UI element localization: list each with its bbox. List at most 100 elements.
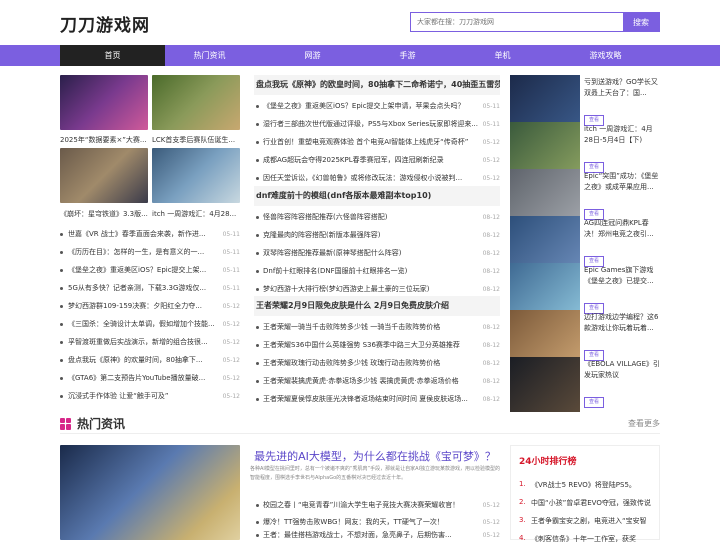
featured-caption-1[interactable]: 2025年“数据要素×”大赛... <box>60 135 148 145</box>
list-item[interactable]: 5G从有多快？记者亲测，下载3.3G游戏仅... 05-11 <box>60 279 240 297</box>
mid-section-heading[interactable]: 王者荣耀2月9日限免皮肤是什么 2月9日免费皮肤介绍 <box>254 296 500 316</box>
hot-list-item[interactable]: 校园之春丨“电竞青春”川渝大学生电子竞技大赛决赛荣耀收官！ 05-12 <box>254 496 500 514</box>
rank-item[interactable]: 2. 中国“小孩”曾卓君EVO夺冠，强致传说 <box>519 498 659 508</box>
list-item-date: 05-11 <box>222 230 240 238</box>
rank-item[interactable]: 4. 《刺客信条》十年一工作室，获奖 <box>519 534 659 544</box>
list-item[interactable]: 《三国杀：全骑设计太单调，假如增加个技能... 05-12 <box>60 315 240 333</box>
mid-item-title: 王者荣耀一骑当千击败阵势多少钱 一骑当千击败阵势价格 <box>263 323 441 331</box>
search-input[interactable] <box>411 13 623 31</box>
hot-list-item[interactable]: 王者：最佳搭档游戏战士，不想对面，急亮鼻子，后期伤害... 05-12 <box>254 530 500 540</box>
bullet <box>256 343 259 347</box>
bullet <box>256 251 259 255</box>
list-item-date: 05-12 <box>222 356 240 364</box>
list-item[interactable]: 《GTA6》第二支预告片YouTube播放量破... 05-12 <box>60 369 240 387</box>
rank-number: 3. <box>519 516 526 524</box>
mid-item-date: 08-12 <box>482 249 500 257</box>
list-item[interactable]: 盘点我玩《原神》的欢量时间，80抽拿下... 05-12 <box>60 351 240 369</box>
mid-list-item[interactable]: 双琴阵容搭配推荐最新(原神琴搭配什么阵容) 08-12 <box>254 244 500 262</box>
section-divider <box>60 433 660 434</box>
nav-single-games[interactable]: 单机 <box>450 45 555 66</box>
rank-item[interactable]: 1. 《VR战士5 REVO》将登陆PS5。 <box>519 480 659 490</box>
featured-caption-2[interactable]: LCK首支季后赛队伍诞生... <box>152 135 240 145</box>
hot-list-item[interactable]: 爆冷！TT强势击败WBG！网友：我的天，TT硬气了一次！ 05-12 <box>254 513 500 531</box>
nav-home[interactable]: 首页 <box>60 45 165 66</box>
side-news-title: 边打游戏边学编程？这6款游戏让你玩着玩着... <box>584 313 659 332</box>
featured-image-4[interactable] <box>152 148 240 203</box>
list-item-date: 05-11 <box>222 284 240 292</box>
side-news-image[interactable] <box>510 357 580 412</box>
rank-title: 《VR战士5 REVO》将登陆PS5。 <box>531 481 636 489</box>
view-button[interactable]: 查看 <box>584 397 604 408</box>
featured-image-1[interactable] <box>60 75 148 130</box>
mid-section-heading[interactable]: dnf难度前十的模组(dnf各版本最难副本top10) <box>254 186 500 206</box>
list-item[interactable]: 《堡垒之夜》重返美区iOS？Epic提交上架... 05-11 <box>60 261 240 279</box>
mid-item-title: 王者荣耀裴擒虎黄虎·赤拳返场多少钱 裴擒虎黄虎·赤拳返场价格 <box>263 377 459 385</box>
mid-section-heading[interactable]: 盘点我玩《原神》的欧皇时间，80抽拿下二命希诺宁，40抽歪五雷莎 <box>254 75 500 95</box>
mid-item-title: 因任天堂诉讼，《幻兽帕鲁》或将修改玩法：游戏侵权小说被判... <box>263 174 463 182</box>
bullet <box>256 104 259 108</box>
list-item-date: 05-12 <box>222 374 240 382</box>
mid-list-item[interactable]: 成都AG超玩会夺得2025KPL春季赛冠军，四连冠刷新纪录 05-12 <box>254 151 500 169</box>
search-button[interactable]: 搜索 <box>623 13 659 31</box>
list-item-title: 盘点我玩《原神》的欢量时间，80抽拿下... <box>68 356 203 364</box>
mid-item-date: 05-11 <box>482 102 500 110</box>
nav-mobile-games[interactable]: 手游 <box>355 45 460 66</box>
featured-image-2[interactable] <box>152 75 240 130</box>
list-item-title: 沉浸式手作体验 让爱“触手可及” <box>68 392 169 400</box>
mid-list-item[interactable]: 行业首创！重塑电竞观赛体验 首个电竞AI智能体上线虎牙“传奇杯” 05-12 <box>254 133 500 151</box>
site-header: 刀刀游戏网 搜索 <box>0 0 720 45</box>
nav-hot-news[interactable]: 热门资讯 <box>157 45 262 66</box>
hot-item-date: 05-12 <box>482 518 500 526</box>
nav-guides[interactable]: 游戏攻略 <box>553 45 658 66</box>
rank-title: 王者争霸宝安之剧，电竞进入“宝安智 <box>531 517 647 525</box>
side-news-item[interactable]: 《EBOLA VILLAGE》引发玩家热议 查看 <box>510 357 660 417</box>
rank-item[interactable]: 3. 王者争霸宝安之剧，电竞进入“宝安智 <box>519 516 659 526</box>
featured-caption-3[interactable]: 《崩坏：星穹铁道》3.3版... <box>60 209 148 219</box>
mid-list-item[interactable]: 克隆最肉的阵容搭配(新版本最强阵容) 08-12 <box>254 226 500 244</box>
mid-list-item[interactable]: 王者荣耀S36中国什么英雄强势 S36赛季中路三大卫分英雄推荐 08-12 <box>254 336 500 354</box>
list-item[interactable]: 孚智渡斑重做后实战演示，新增的组合技很... 05-12 <box>60 333 240 351</box>
list-item[interactable]: 世嘉《VR 战士》春季直面会来袭，新作进... 05-11 <box>60 225 240 243</box>
list-item-date: 05-11 <box>222 248 240 256</box>
mid-list-item[interactable]: 《堡垒之夜》重返美区iOS？Epic提交上架申请，苹果会点头吗？ 05-11 <box>254 97 500 115</box>
mid-list-item[interactable]: 王者荣耀夏侯惇皮肤匪光决锋者返场结束时间时间 夏侯皮肤返场... 08-12 <box>254 390 500 408</box>
hot-news-image[interactable] <box>60 445 240 540</box>
main-nav: 首页 热门资讯 网游 手游 单机 游戏攻略 <box>0 45 720 66</box>
hot-headline[interactable]: 最先进的AI大模型，为什么都在挑战《宝可梦》？ <box>250 448 500 464</box>
featured-image-3[interactable] <box>60 148 148 203</box>
featured-caption-4[interactable]: itch 一周游戏汇：4月28... <box>152 209 240 219</box>
mid-item-date: 05-12 <box>482 138 500 146</box>
mid-item-date: 08-12 <box>482 267 500 275</box>
side-news-title: Epic Games旗下游戏《堡垒之夜》已提交... <box>584 266 654 285</box>
bullet <box>256 520 259 524</box>
bullet <box>256 215 259 219</box>
mid-item-date: 05-12 <box>482 174 500 182</box>
mid-list-item[interactable]: 因任天堂诉讼，《幻兽帕鲁》或将修改玩法：游戏侵权小说被判... 05-12 <box>254 169 500 187</box>
list-item-date: 05-12 <box>222 392 240 400</box>
bullet <box>60 286 63 290</box>
mid-list-item[interactable]: 王者荣耀一骑当千击败阵势多少钱 一骑当千击败阵势价格 08-12 <box>254 318 500 336</box>
mid-item-date: 08-12 <box>482 231 500 239</box>
see-more-link[interactable]: 查看更多 <box>628 418 660 429</box>
mid-list-item[interactable]: Dnf前十红眼排名(DNF国服前十红眼排名一览) 08-12 <box>254 262 500 280</box>
list-item[interactable]: 《历历在目》：怎样的一生，是有意义的一... 05-11 <box>60 243 240 261</box>
mid-list-item[interactable]: 王者荣耀玫瑰行动击败阵势多少钱 玫瑰行动击败阵势价格 08-12 <box>254 354 500 372</box>
mid-list-item[interactable]: 怪兽阵容阵容搭配推荐(六怪兽阵容搭配) 08-12 <box>254 208 500 226</box>
site-logo[interactable]: 刀刀游戏网 <box>60 11 150 36</box>
bullet <box>60 358 63 362</box>
nav-online-games[interactable]: 网游 <box>260 45 365 66</box>
list-item[interactable]: 梦幻西游群109-159决赛：夕阳红全力夺... 05-12 <box>60 297 240 315</box>
side-news-title: 《EBOLA VILLAGE》引发玩家热议 <box>584 360 660 379</box>
list-item-date: 05-12 <box>222 302 240 310</box>
bullet <box>256 269 259 273</box>
mid-list-item[interactable]: 王者荣耀裴擒虎黄虎·赤拳返场多少钱 裴擒虎黄虎·赤拳返场价格 08-12 <box>254 372 500 390</box>
mid-list-item[interactable]: 湿行者三部曲次世代版通过评级，PS5与Xbox Series玩家即将迎来... 0… <box>254 115 500 133</box>
side-news-title: itch 一周游戏汇：4月28日-5月4日【下) <box>584 125 653 144</box>
list-item[interactable]: 沉浸式手作体验 让爱“触手可及” 05-12 <box>60 387 240 405</box>
mid-item-title: 怪兽阵容阵容搭配推荐(六怪兽阵容搭配) <box>263 213 388 221</box>
rank-title: 中国“小孩”曾卓君EVO夺冠，强致传说 <box>531 499 651 507</box>
hot-summary: 各种AI模型在挑间里时，总有一个被诸不爽的“秀肌肉”手段，那就是让自家AI独立游… <box>250 466 500 481</box>
mid-item-title: 王者荣耀玫瑰行动击败阵势多少钱 玫瑰行动击败阵势价格 <box>263 359 441 367</box>
hot-item-title: 王者：最佳搭档游戏战士，不想对面，急亮鼻子，后期伤害... <box>263 531 452 539</box>
bullet <box>256 533 259 537</box>
